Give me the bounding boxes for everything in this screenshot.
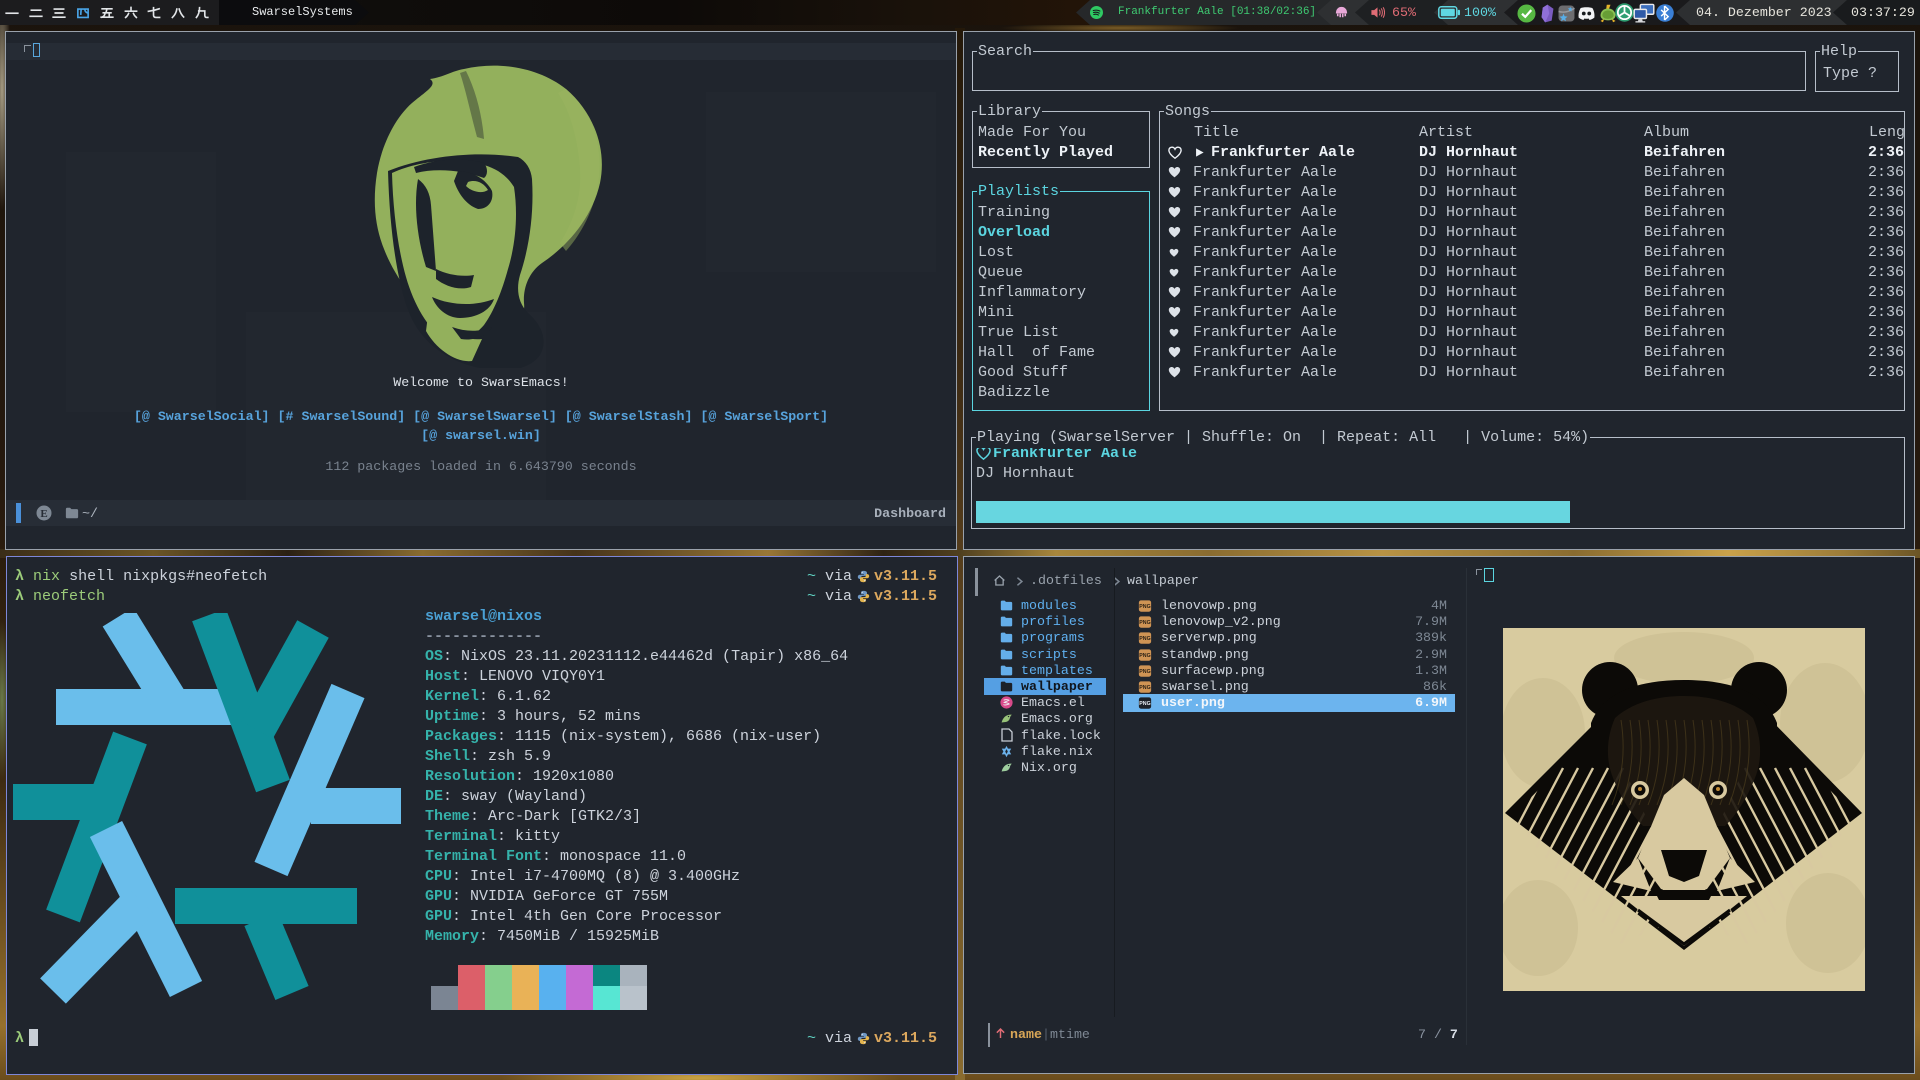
svg-text:PNG: PNG — [1139, 701, 1150, 707]
svg-text:PNG: PNG — [1139, 637, 1150, 643]
svg-text:PNG: PNG — [1139, 604, 1150, 610]
svg-text:PNG: PNG — [1139, 669, 1150, 675]
svg-text:PNG: PNG — [1139, 653, 1150, 659]
svg-text:PNG: PNG — [1139, 620, 1150, 626]
svg-text:E: E — [40, 508, 47, 520]
svg-text:PNG: PNG — [1139, 685, 1150, 691]
